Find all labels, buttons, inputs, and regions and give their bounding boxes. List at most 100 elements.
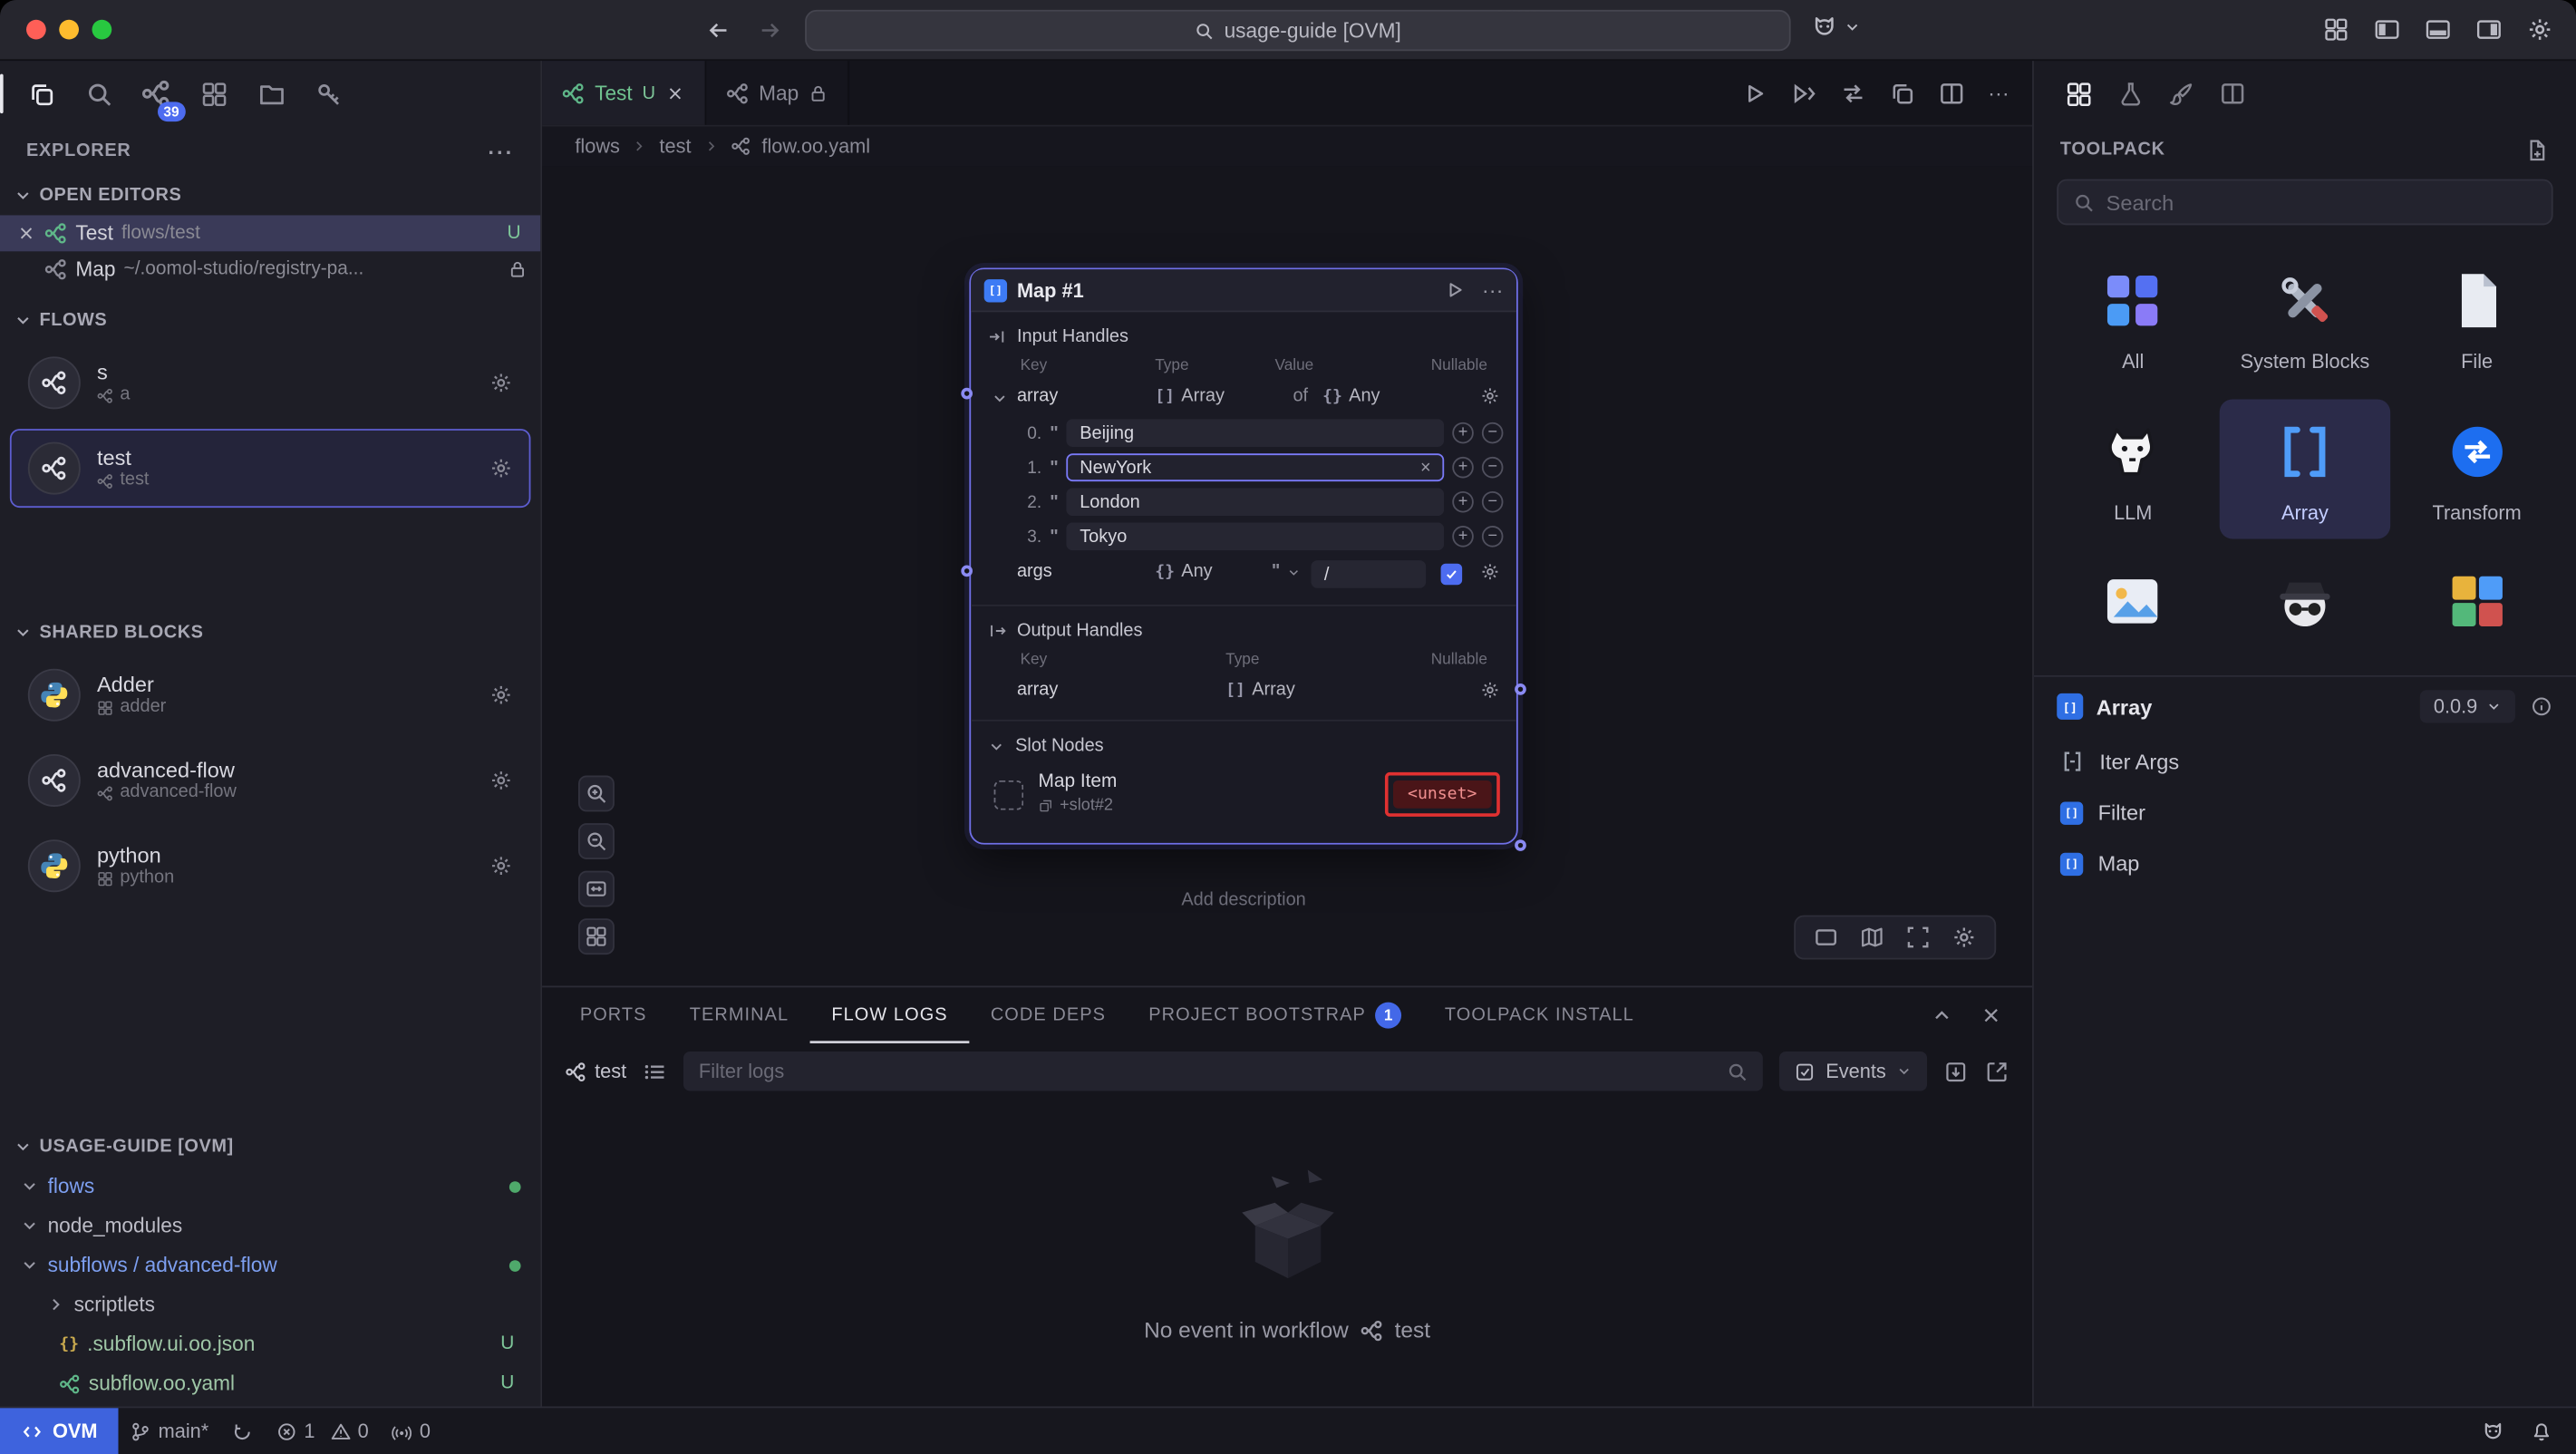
assistant-cat-icon[interactable] bbox=[2481, 1419, 2505, 1443]
handle-settings-gear-icon[interactable] bbox=[1480, 386, 1500, 406]
zoom-out-button[interactable] bbox=[578, 823, 615, 859]
block-settings-gear-icon[interactable] bbox=[489, 683, 512, 706]
tab-toolpack-install[interactable]: TOOLPACK INSTALL bbox=[1423, 987, 1655, 1043]
blocks-view-button[interactable] bbox=[192, 73, 235, 115]
flow-settings-gear-icon[interactable] bbox=[489, 457, 512, 480]
events-dropdown[interactable]: Events bbox=[1780, 1052, 1928, 1091]
remove-item-button[interactable]: − bbox=[1482, 491, 1504, 513]
tree-item-subflow-ui-json[interactable]: {} .subflow.ui.oo.json U bbox=[0, 1324, 540, 1364]
assistant-menu-button[interactable] bbox=[1810, 14, 1861, 42]
shared-block-advanced-flow[interactable]: advanced-flow advanced-flow bbox=[10, 741, 531, 819]
block-item-filter[interactable]: [] Filter bbox=[2034, 787, 2576, 838]
flow-card-test[interactable]: test test bbox=[10, 429, 531, 508]
open-editor-item-test[interactable]: Test flows/test U bbox=[0, 215, 540, 251]
tab-flow-logs[interactable]: FLOW LOGS bbox=[810, 987, 969, 1043]
array-item-value-input[interactable]: Tokyo bbox=[1067, 522, 1444, 550]
block-settings-gear-icon[interactable] bbox=[489, 855, 512, 877]
array-item-value-input[interactable]: London bbox=[1067, 488, 1444, 516]
toggle-secondary-sidebar-icon[interactable] bbox=[2475, 16, 2502, 43]
brush-icon[interactable] bbox=[2169, 81, 2195, 107]
toolpack-search-input[interactable] bbox=[2106, 189, 2537, 214]
auto-layout-button[interactable] bbox=[578, 918, 615, 955]
toolpack-item-system-blocks[interactable]: System Blocks bbox=[2219, 248, 2391, 389]
version-dropdown[interactable]: 0.0.9 bbox=[2420, 690, 2515, 722]
collapse-chevron-icon[interactable] bbox=[991, 390, 1009, 408]
forward-button[interactable] bbox=[758, 17, 782, 42]
toolpack-item-array-selected[interactable]: Array bbox=[2219, 399, 2391, 539]
value-type-selector[interactable]: " bbox=[1272, 562, 1302, 582]
add-item-button[interactable]: + bbox=[1452, 526, 1474, 548]
toolpack-view-icon[interactable] bbox=[2065, 80, 2093, 108]
tab-test[interactable]: Test U bbox=[542, 61, 706, 125]
compare-changes-button[interactable] bbox=[1840, 80, 1866, 106]
layout-grid-icon[interactable] bbox=[2323, 16, 2349, 43]
slot-map-item-row[interactable]: Map Item +slot#2 <unset> bbox=[971, 764, 1516, 833]
log-list-icon[interactable] bbox=[643, 1059, 667, 1083]
string-type-icon[interactable]: " bbox=[1050, 458, 1058, 478]
array-handle-row[interactable]: array [] Array of {} Any bbox=[971, 382, 1516, 416]
fit-view-button[interactable] bbox=[578, 871, 615, 907]
flow-settings-gear-icon[interactable] bbox=[489, 372, 512, 394]
add-item-button[interactable]: + bbox=[1452, 422, 1474, 444]
nullable-checkbox-checked[interactable] bbox=[1441, 564, 1463, 586]
block-settings-gear-icon[interactable] bbox=[489, 769, 512, 791]
shared-block-python[interactable]: python python bbox=[10, 827, 531, 906]
log-flow-selector[interactable]: test bbox=[566, 1060, 627, 1082]
breadcrumb-flows[interactable]: flows bbox=[575, 135, 620, 158]
remote-indicator[interactable]: OVM bbox=[0, 1408, 119, 1454]
git-sync-button[interactable] bbox=[220, 1408, 265, 1454]
block-item-iter-args[interactable]: Iter Args bbox=[2034, 736, 2576, 787]
args-handle-row[interactable]: args {} Any " / bbox=[971, 557, 1516, 595]
toolpack-item-llm[interactable]: LLM bbox=[2047, 399, 2219, 539]
string-type-icon[interactable]: " bbox=[1050, 527, 1058, 547]
unset-badge[interactable]: <unset> bbox=[1393, 780, 1492, 809]
clear-value-icon[interactable]: × bbox=[1420, 458, 1431, 478]
remove-item-button[interactable]: − bbox=[1482, 422, 1504, 444]
output-port-array[interactable] bbox=[1515, 683, 1526, 695]
remove-item-button[interactable]: − bbox=[1482, 526, 1504, 548]
toolpack-item-all[interactable]: All bbox=[2047, 248, 2219, 389]
open-editor-item-map[interactable]: Map ~/.oomol-studio/registry-pa... bbox=[0, 251, 540, 287]
tree-item-scriptlets[interactable]: scriptlets bbox=[0, 1284, 540, 1324]
input-port-args[interactable] bbox=[961, 566, 973, 577]
workspace-section-header[interactable]: USAGE-GUIDE [OVM] bbox=[0, 1127, 540, 1167]
flows-section-header[interactable]: FLOWS bbox=[0, 301, 540, 341]
toggle-primary-sidebar-icon[interactable] bbox=[2374, 16, 2400, 43]
shared-block-adder[interactable]: Adder adder bbox=[10, 655, 531, 734]
add-description-button[interactable]: Add description bbox=[969, 890, 1517, 910]
tree-item-flows[interactable]: flows bbox=[0, 1167, 540, 1207]
toolpack-item-file[interactable]: File bbox=[2391, 248, 2563, 389]
explorer-more-button[interactable]: ··· bbox=[488, 139, 514, 163]
breadcrumb-test[interactable]: test bbox=[659, 135, 691, 158]
node-header[interactable]: [] Map #1 ··· bbox=[971, 269, 1516, 312]
secrets-view-button[interactable] bbox=[307, 73, 350, 115]
tab-map[interactable]: Map bbox=[706, 61, 849, 125]
open-log-file-button[interactable] bbox=[1985, 1059, 2009, 1083]
maximize-panel-chevron-icon[interactable] bbox=[1931, 1003, 1953, 1026]
flask-icon[interactable] bbox=[2117, 81, 2144, 107]
search-view-button[interactable] bbox=[77, 73, 120, 115]
settings-gear-icon[interactable] bbox=[2527, 16, 2553, 43]
minimize-window-button[interactable] bbox=[59, 20, 79, 40]
tree-item-subflows-advanced-flow[interactable]: subflows / advanced-flow bbox=[0, 1246, 540, 1285]
run-node-button[interactable] bbox=[1444, 279, 1466, 301]
close-window-button[interactable] bbox=[26, 20, 46, 40]
export-logs-button[interactable] bbox=[1943, 1059, 1968, 1083]
flow-canvas[interactable]: [] Map #1 ··· Input Handles bbox=[542, 166, 2032, 985]
split-editor-button[interactable] bbox=[1939, 80, 1965, 106]
close-panel-icon[interactable] bbox=[1980, 1003, 2002, 1026]
tab-ports[interactable]: PORTS bbox=[558, 987, 668, 1043]
ports-item[interactable]: 0 bbox=[380, 1408, 441, 1454]
remove-item-button[interactable]: − bbox=[1482, 457, 1504, 479]
node-more-button[interactable]: ··· bbox=[1482, 277, 1504, 302]
handle-settings-gear-icon[interactable] bbox=[1480, 562, 1500, 582]
toolpack-item-transform[interactable]: Transform bbox=[2391, 399, 2563, 539]
tree-item-subflow-oo-yaml[interactable]: subflow.oo.yaml U bbox=[0, 1363, 540, 1403]
handle-settings-gear-icon[interactable] bbox=[1480, 680, 1500, 700]
close-editor-icon[interactable] bbox=[16, 224, 36, 244]
more-actions-button[interactable]: ··· bbox=[1988, 81, 2009, 105]
problems-item[interactable]: 1 0 bbox=[265, 1408, 381, 1454]
node-resize-handle[interactable] bbox=[1515, 839, 1526, 851]
toggle-panel-icon[interactable] bbox=[2425, 16, 2451, 43]
map-node[interactable]: [] Map #1 ··· Input Handles bbox=[969, 267, 1517, 844]
